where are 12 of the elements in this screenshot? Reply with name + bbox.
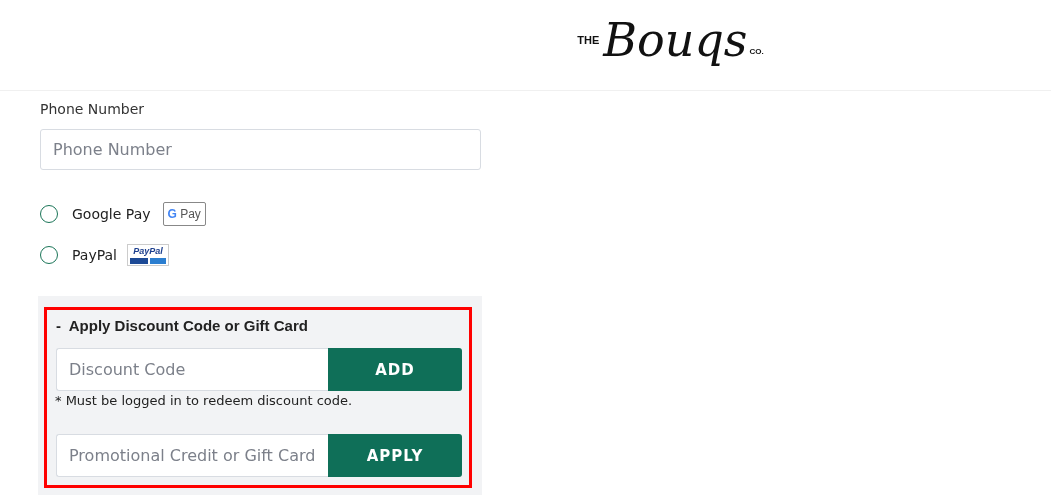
code-field[interactable]: Discount Code (56, 348, 328, 391)
discount-toggle[interactable]: - Apply Discount Code or Gift Card (56, 317, 308, 334)
phone-number-field[interactable]: Phone Number (40, 129, 481, 170)
payment-label: Google Pay (72, 206, 151, 222)
submit-button[interactable]: APPLY (328, 434, 462, 477)
submit-button[interactable]: ADD (328, 348, 462, 391)
field-label: Phone Number (40, 101, 146, 117)
paypal-badge: PayPal (126, 244, 169, 266)
code-field[interactable]: Promotional Credit or Gift Card (56, 434, 328, 477)
google-pay-badge: G Pay (162, 202, 206, 226)
note-text: * Must be logged in to redeem discount code. (55, 393, 354, 408)
payment-label: PayPal (72, 247, 117, 263)
